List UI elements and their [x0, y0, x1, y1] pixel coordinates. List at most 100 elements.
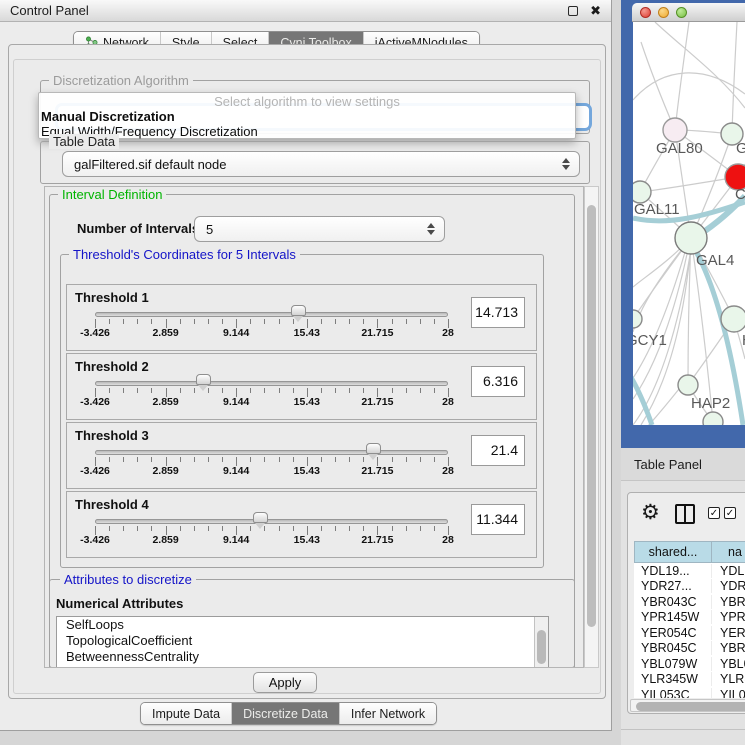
slider-track[interactable]: [95, 519, 448, 524]
attribute-list-item[interactable]: TopologicalCoefficient: [57, 633, 548, 649]
gear-icon[interactable]: ⚙: [641, 501, 660, 525]
table-horizontal-scrollbar[interactable]: [630, 699, 745, 712]
tick-mark: [420, 457, 421, 462]
node-label: GA: [736, 140, 745, 157]
tab-impute-data[interactable]: Impute Data: [141, 703, 231, 724]
network-edge: [640, 177, 738, 192]
slider-thumb[interactable]: [366, 443, 381, 454]
slider-track[interactable]: [95, 450, 448, 455]
tick-mark: [321, 526, 322, 531]
tick-mark: [406, 526, 407, 531]
scrollbar-thumb[interactable]: [537, 630, 546, 664]
attributes-group-label: Attributes to discretize: [60, 572, 196, 587]
table-row[interactable]: YBR043CYBR0: [634, 594, 745, 610]
slider-track[interactable]: [95, 312, 448, 317]
table-row[interactable]: YPR145WYPR1: [634, 610, 745, 626]
table-row[interactable]: YBL079WYBL0: [634, 656, 745, 672]
network-node-bottom-node[interactable]: [703, 412, 723, 425]
network-canvas[interactable]: GAL80GACGAL11GAL4GCY1HHAP2: [633, 22, 745, 425]
algorithm-placeholder-item[interactable]: Select algorithm to view settings: [39, 93, 575, 109]
close-icon[interactable]: ✖: [590, 6, 601, 16]
column-header-name[interactable]: na: [712, 541, 745, 563]
tick-mark: [293, 457, 294, 462]
tick-mark: [293, 388, 294, 393]
attribute-list-item[interactable]: SelfLoops: [57, 617, 548, 633]
algorithm-popup-item[interactable]: Manual Discretization: [39, 109, 575, 124]
tick-mark: [151, 388, 152, 393]
number-of-intervals-combo[interactable]: 5: [194, 216, 445, 242]
cell-name: YLR3: [712, 672, 745, 686]
cell-name: YPR1: [712, 610, 745, 624]
algorithm-popup-item[interactable]: Equal Width/Frequency Discretization: [39, 124, 575, 139]
close-button[interactable]: [640, 7, 651, 18]
cell-shared-name: YDR27...: [634, 579, 712, 593]
threshold-value-field[interactable]: 6.316: [471, 366, 525, 397]
settings-scrollpane: Interval Definition Number of Intervals …: [44, 186, 584, 668]
settings-vertical-scrollbar[interactable]: [584, 186, 599, 668]
threshold-value-field[interactable]: 21.4: [471, 435, 525, 466]
tab-label: Infer Network: [351, 707, 425, 721]
column-layout-icon[interactable]: [675, 504, 695, 524]
table-row[interactable]: YER054CYER0: [634, 625, 745, 641]
threshold-panel: Threshold 4-3.4262.8599.14415.4321.71528…: [66, 491, 537, 558]
tick-mark: [363, 388, 364, 393]
checkbox-icon[interactable]: ✓: [708, 507, 720, 519]
network-window-titlebar: [632, 3, 745, 22]
tick-label: 21.715: [361, 396, 393, 408]
network-node-GAL80[interactable]: [663, 118, 687, 142]
network-edge: [633, 73, 745, 100]
slider-thumb[interactable]: [253, 512, 268, 523]
thresholds-group-label: Threshold's Coordinates for 5 Intervals: [69, 247, 300, 262]
node-label: GAL4: [696, 252, 734, 269]
table-row[interactable]: YBR045CYBR0: [634, 641, 745, 657]
column-header-shared-name[interactable]: shared...: [634, 541, 712, 563]
cell-name: YBL0: [712, 657, 745, 671]
tick-mark: [137, 319, 138, 324]
table-row[interactable]: YLR345WYLR3: [634, 672, 745, 688]
slider-track[interactable]: [95, 381, 448, 386]
network-node-HAP2[interactable]: [678, 375, 698, 395]
table-row[interactable]: YIL053CYIL0: [634, 687, 745, 698]
combo-stepper-icon: [562, 158, 570, 170]
cell-shared-name: YPR145W: [634, 610, 712, 624]
tick-label: -3.426: [80, 396, 110, 408]
tick-mark: [392, 388, 393, 393]
cell-shared-name: YLR345W: [634, 672, 712, 686]
tab-infer-network[interactable]: Infer Network: [339, 703, 436, 724]
interval-definition-label: Interval Definition: [58, 187, 166, 202]
tick-label: -3.426: [80, 534, 110, 546]
attribute-list-item[interactable]: BetweennessCentrality: [57, 649, 548, 665]
combo-stepper-icon: [427, 223, 435, 235]
slider-thumb[interactable]: [291, 305, 306, 316]
table-rows: YDL19...YDL1YDR27...YDR2YBR043CYBR0YPR14…: [634, 563, 745, 698]
tick-mark: [151, 457, 152, 462]
slider-thumb[interactable]: [196, 374, 211, 385]
tick-mark: [137, 457, 138, 462]
scrollbar-thumb[interactable]: [587, 205, 596, 627]
scrollbar-thumb[interactable]: [636, 702, 745, 711]
tick-label: 2.859: [152, 327, 178, 339]
algorithm-group-label: Discretization Algorithm: [49, 73, 193, 88]
network-node-GAL11[interactable]: [633, 181, 651, 203]
minimize-button[interactable]: [658, 7, 669, 18]
tick-mark: [222, 457, 223, 462]
cell-shared-name: YIL053C: [634, 688, 712, 698]
network-node-H-node[interactable]: [721, 306, 745, 332]
float-window-icon[interactable]: [568, 6, 578, 16]
table-data-combo[interactable]: galFiltered.sif default node: [62, 151, 580, 177]
attributes-list-scrollbar[interactable]: [534, 617, 548, 668]
table-row[interactable]: YDL19...YDL1: [634, 563, 745, 579]
tick-mark: [279, 388, 280, 393]
threshold-value-field[interactable]: 11.344: [471, 504, 525, 535]
tick-mark: [335, 319, 336, 324]
threshold-value-field[interactable]: 14.713: [471, 297, 525, 328]
network-node-GAL4[interactable]: [675, 222, 707, 254]
network-edge: [732, 22, 737, 134]
zoom-button[interactable]: [676, 7, 687, 18]
tab-discretize-data[interactable]: Discretize Data: [231, 703, 339, 724]
apply-button[interactable]: Apply: [253, 672, 317, 693]
table-row[interactable]: YDR27...YDR2: [634, 579, 745, 595]
thresholds-groupbox: Threshold's Coordinates for 5 Intervals …: [60, 254, 544, 568]
tick-mark: [109, 526, 110, 531]
checkbox-icon[interactable]: ✓: [724, 507, 736, 519]
